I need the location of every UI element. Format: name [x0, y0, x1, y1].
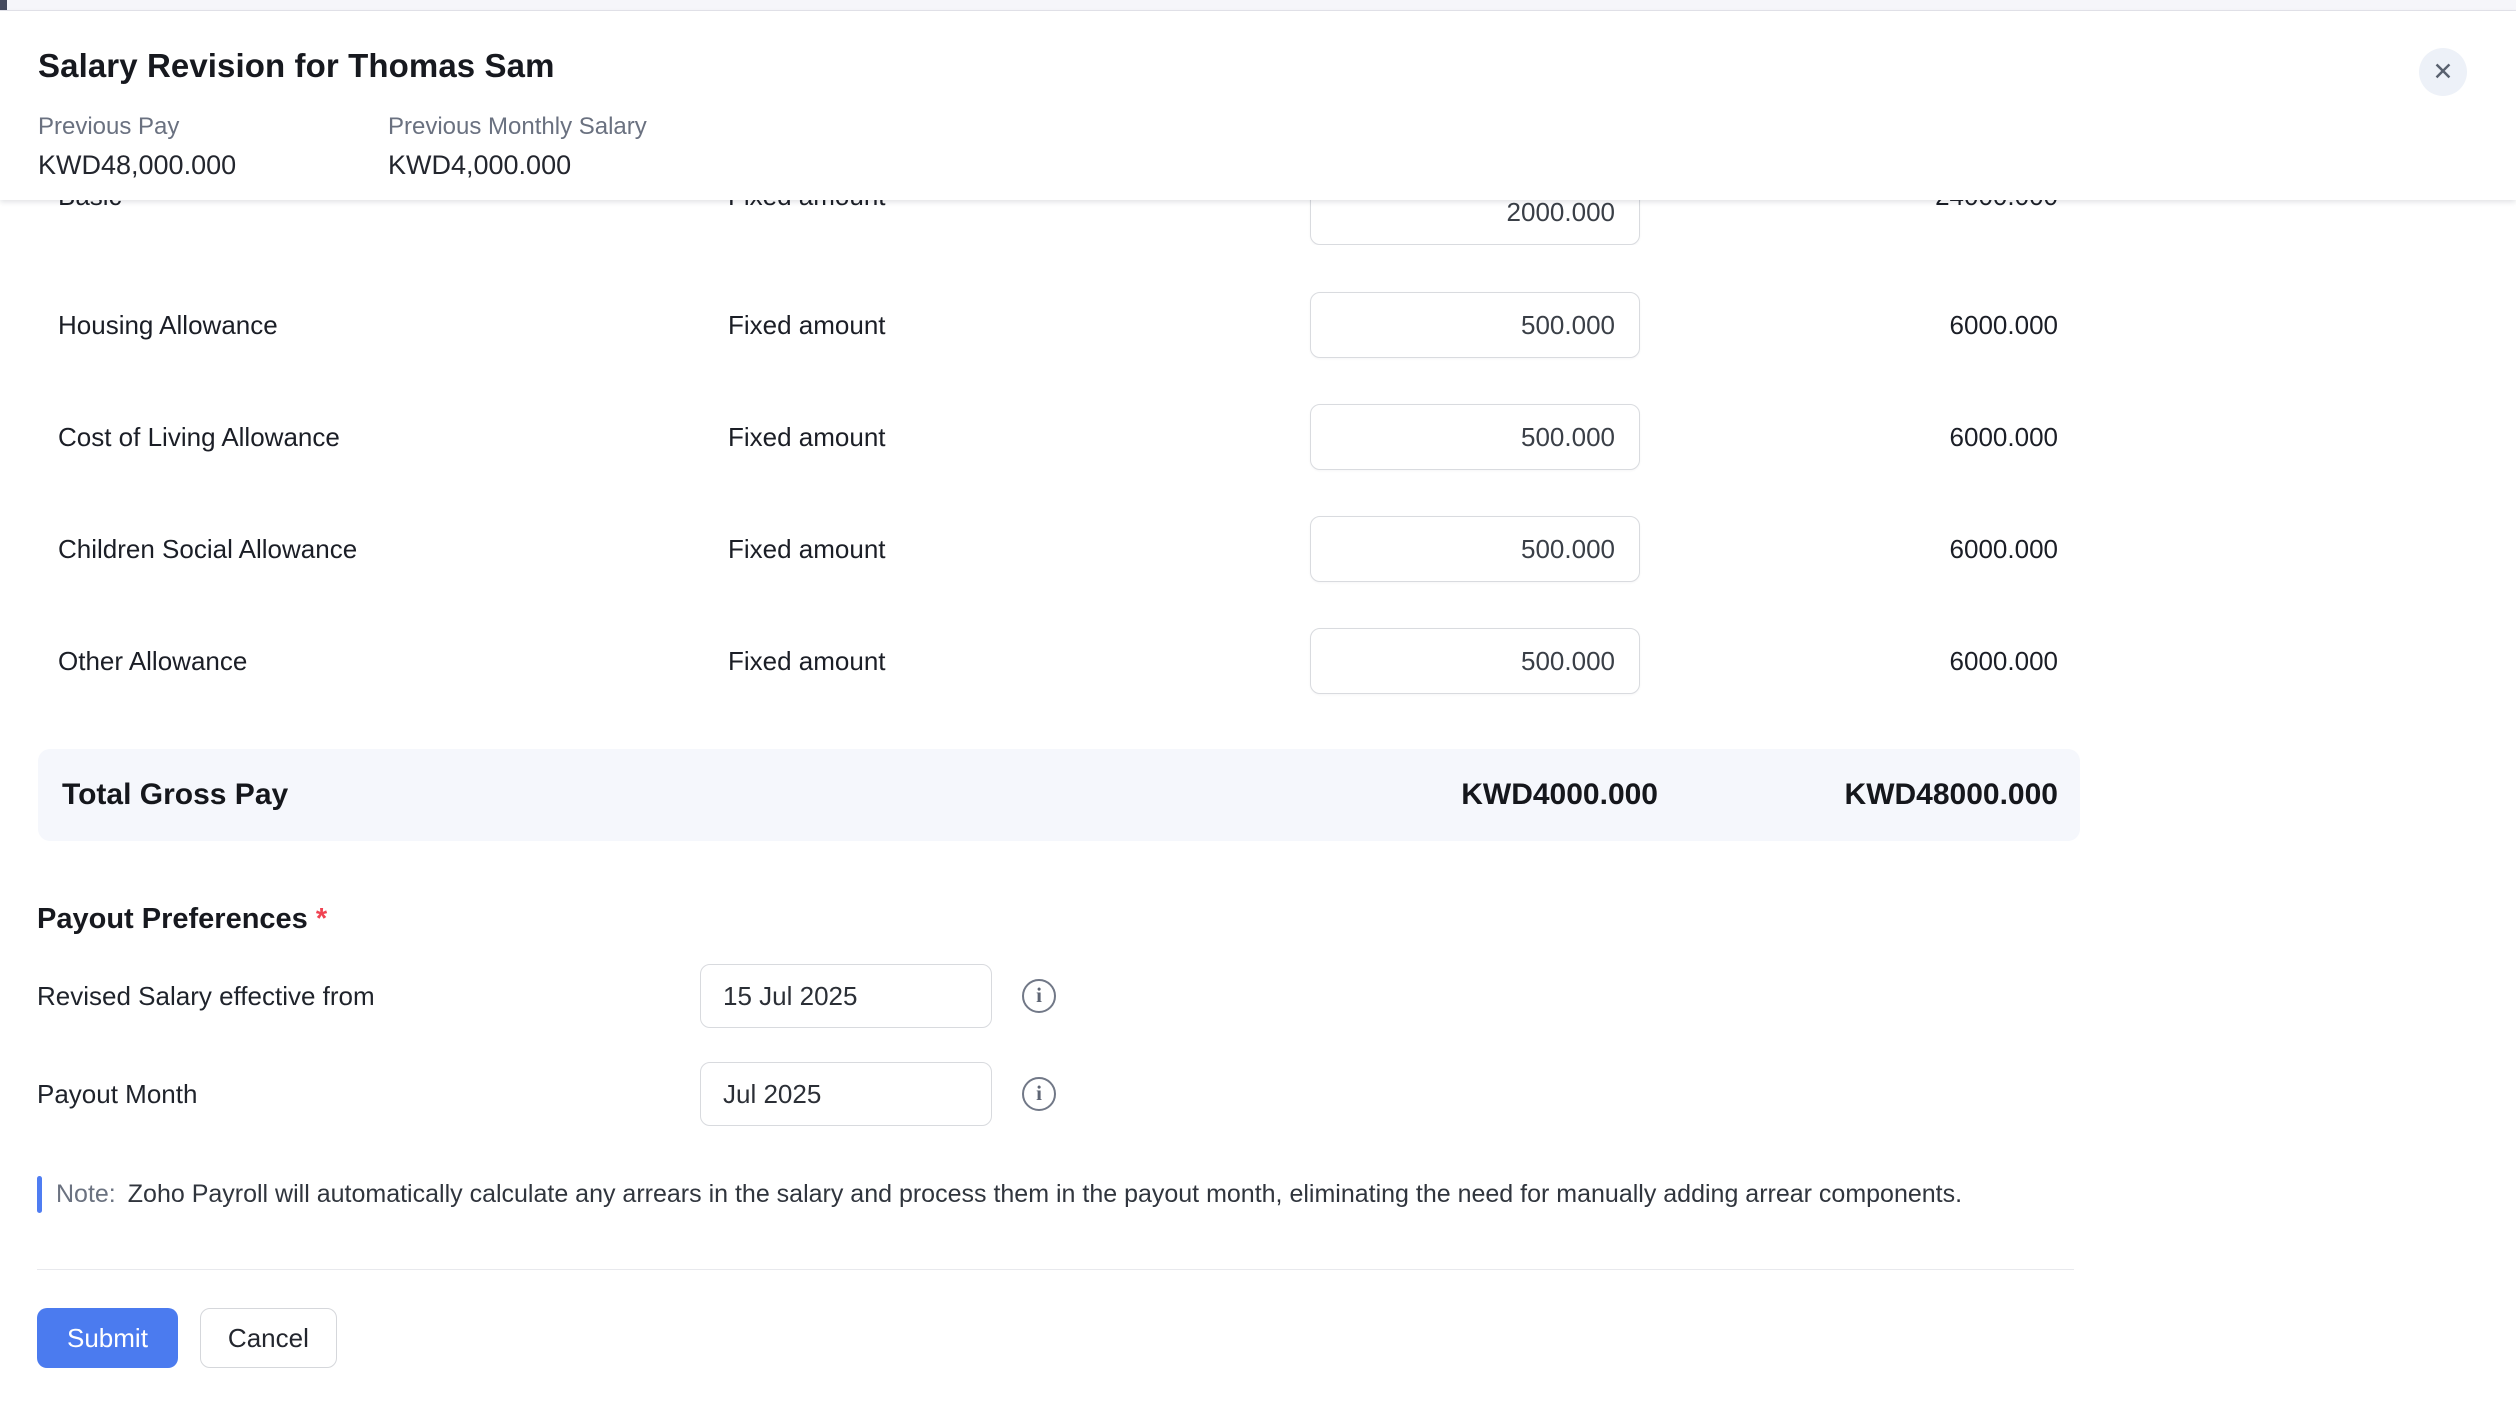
calculation-type: Fixed amount [728, 310, 1310, 341]
monthly-amount-input[interactable] [1310, 292, 1640, 358]
payout-preferences-section: Payout Preferences* Revised Salary effec… [37, 903, 2516, 1126]
payout-month-input[interactable] [700, 1062, 992, 1126]
revised-salary-date-input[interactable] [700, 964, 992, 1028]
table-rows: Housing Allowance Fixed amount 6000.000 … [0, 269, 2516, 717]
payout-preferences-heading: Payout Preferences* [37, 903, 2516, 936]
info-icon-glyph: i [1036, 985, 1042, 1006]
calculation-type: Fixed amount [728, 534, 1310, 565]
component-name: Children Social Allowance [58, 534, 728, 565]
cancel-button[interactable]: Cancel [200, 1308, 337, 1368]
action-buttons: Submit Cancel [37, 1308, 2516, 1368]
total-annual-value: KWD48000.000 [1658, 778, 2058, 812]
salary-components-table: Basic Fixed amount 24000.000 Housing All… [0, 200, 2516, 841]
calculation-type: Fixed amount [728, 422, 1310, 453]
info-icon[interactable]: i [1022, 1077, 1056, 1111]
table-row: Children Social Allowance Fixed amount 6… [58, 493, 2058, 605]
component-name: Cost of Living Allowance [58, 422, 728, 453]
previous-monthly-salary-label: Previous Monthly Salary [388, 113, 738, 141]
total-monthly-value: KWD4000.000 [1228, 778, 1658, 812]
annual-amount: 24000.000 [1935, 200, 2058, 212]
info-icon-glyph: i [1036, 1083, 1042, 1104]
note: Note: Zoho Payroll will automatically ca… [37, 1176, 2516, 1213]
close-button[interactable]: ✕ [2419, 48, 2467, 96]
table-row-basic-clipped: Basic Fixed amount 24000.000 [0, 200, 2516, 245]
calculation-type: Fixed amount [728, 200, 886, 212]
monthly-amount-input[interactable] [1310, 628, 1640, 694]
note-label: Note: [56, 1180, 116, 1209]
previous-pay-value: KWD48,000.000 [38, 150, 388, 181]
previous-salary-summary: Previous Pay KWD48,000.000 Previous Mont… [38, 113, 2516, 181]
modal-header: Salary Revision for Thomas Sam ✕ Previou… [0, 11, 2516, 200]
revised-salary-effective-from-field: Revised Salary effective from i [37, 964, 2516, 1028]
payout-month-field: Payout Month i [37, 1062, 2516, 1126]
revised-salary-effective-from-label: Revised Salary effective from [37, 981, 700, 1012]
component-name: Other Allowance [58, 646, 728, 677]
note-accent-bar [37, 1176, 42, 1213]
close-icon: ✕ [2433, 60, 2454, 85]
annual-amount: 6000.000 [1640, 646, 2058, 677]
modal-title: Salary Revision for Thomas Sam [38, 47, 2516, 85]
page-corner-fragment [0, 0, 7, 10]
payout-preferences-heading-text: Payout Preferences [37, 903, 308, 935]
monthly-amount-input[interactable] [1310, 200, 1640, 245]
calculation-type: Fixed amount [728, 646, 1310, 677]
note-text: Zoho Payroll will automatically calculat… [128, 1180, 1962, 1209]
info-icon[interactable]: i [1022, 979, 1056, 1013]
table-row: Housing Allowance Fixed amount 6000.000 [58, 269, 2058, 381]
previous-monthly-salary-value: KWD4,000.000 [388, 150, 738, 181]
submit-button[interactable]: Submit [37, 1308, 178, 1368]
annual-amount: 6000.000 [1640, 310, 2058, 341]
previous-pay-block: Previous Pay KWD48,000.000 [38, 113, 388, 181]
total-gross-pay-label: Total Gross Pay [62, 778, 1228, 812]
component-name: Housing Allowance [58, 310, 728, 341]
annual-amount: 6000.000 [1640, 422, 2058, 453]
table-row: Other Allowance Fixed amount 6000.000 [58, 605, 2058, 717]
previous-monthly-salary-block: Previous Monthly Salary KWD4,000.000 [388, 113, 738, 181]
monthly-amount-input[interactable] [1310, 516, 1640, 582]
page-top-strip [0, 0, 2516, 11]
previous-pay-label: Previous Pay [38, 113, 388, 141]
component-name: Basic [58, 200, 122, 212]
required-asterisk: * [316, 903, 327, 935]
footer-divider [37, 1269, 2074, 1270]
table-row: Cost of Living Allowance Fixed amount 60… [58, 381, 2058, 493]
monthly-amount-input[interactable] [1310, 404, 1640, 470]
annual-amount: 6000.000 [1640, 534, 2058, 565]
payout-month-label: Payout Month [37, 1079, 700, 1110]
total-gross-pay-row: Total Gross Pay KWD4000.000 KWD48000.000 [38, 749, 2080, 841]
